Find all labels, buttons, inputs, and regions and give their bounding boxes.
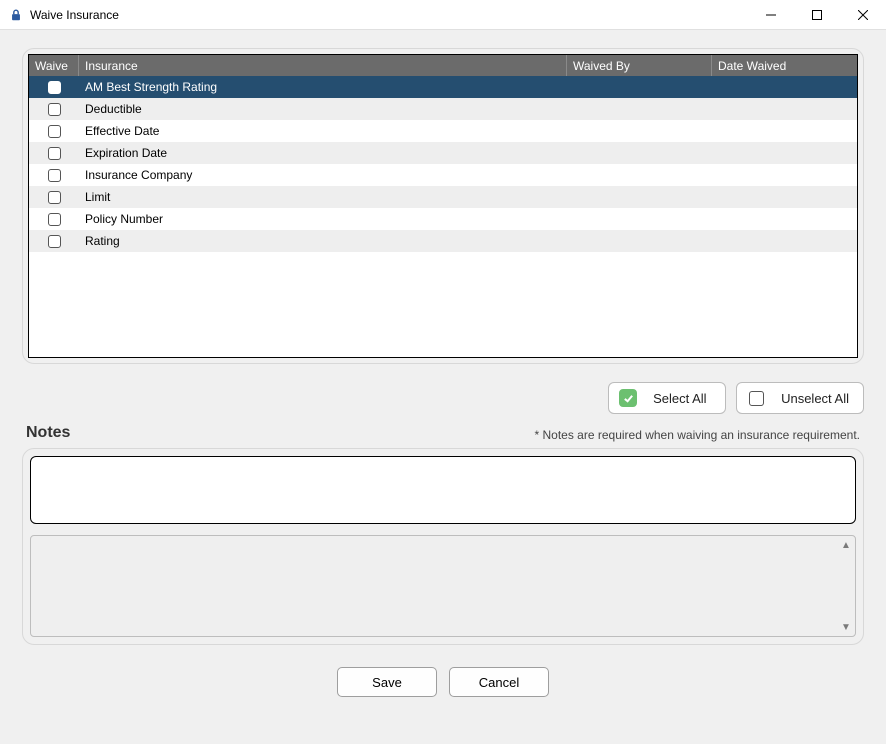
row-checkbox-cell[interactable] [29,164,79,186]
table-row[interactable]: Effective Date [29,120,857,142]
row-checkbox-cell[interactable] [29,208,79,230]
notes-history[interactable]: ▲ ▼ [30,535,856,637]
row-waived-by-cell [567,142,712,164]
row-waived-by-cell [567,186,712,208]
unchecked-box-icon [747,389,765,407]
row-insurance-cell: Rating [79,230,567,252]
checkbox-icon[interactable] [48,81,61,94]
notes-title: Notes [26,424,70,442]
table-header: Waive Insurance Waived By Date Waived [29,55,857,76]
cancel-button[interactable]: Cancel [449,667,549,697]
row-insurance-cell: Expiration Date [79,142,567,164]
row-date-waived-cell [712,120,857,142]
minimize-button[interactable] [748,0,794,30]
row-date-waived-cell [712,164,857,186]
table-row[interactable]: Expiration Date [29,142,857,164]
close-button[interactable] [840,0,886,30]
table-row[interactable]: Policy Number [29,208,857,230]
header-date-waived[interactable]: Date Waived [712,55,857,76]
unselect-all-label: Unselect All [781,391,849,406]
row-insurance-cell: AM Best Strength Rating [79,76,567,98]
notes-input[interactable] [30,456,856,524]
checkbox-icon[interactable] [48,169,61,182]
header-waived-by[interactable]: Waived By [567,55,712,76]
row-checkbox-cell[interactable] [29,186,79,208]
row-checkbox-cell[interactable] [29,142,79,164]
checkbox-icon[interactable] [48,191,61,204]
checkbox-icon[interactable] [48,147,61,160]
insurance-table: Waive Insurance Waived By Date Waived AM… [28,54,858,358]
row-date-waived-cell [712,186,857,208]
row-date-waived-cell [712,98,857,120]
row-date-waived-cell [712,208,857,230]
checkbox-icon[interactable] [48,103,61,116]
row-checkbox-cell[interactable] [29,120,79,142]
row-date-waived-cell [712,230,857,252]
table-row[interactable]: Deductible [29,98,857,120]
row-checkbox-cell[interactable] [29,76,79,98]
maximize-button[interactable] [794,0,840,30]
row-waived-by-cell [567,230,712,252]
checkmark-icon [619,389,637,407]
notes-hint: * Notes are required when waiving an ins… [534,428,860,442]
table-row[interactable]: AM Best Strength Rating [29,76,857,98]
insurance-table-group: Waive Insurance Waived By Date Waived AM… [22,48,864,364]
row-date-waived-cell [712,76,857,98]
notes-group: ▲ ▼ [22,448,864,645]
window-controls [748,0,886,30]
table-row[interactable]: Rating [29,230,857,252]
footer-buttons: Save Cancel [22,667,864,697]
row-waived-by-cell [567,120,712,142]
window-title: Waive Insurance [30,8,748,22]
row-insurance-cell: Deductible [79,98,567,120]
selection-buttons: Select All Unselect All [22,382,864,414]
title-bar: Waive Insurance [0,0,886,30]
row-waived-by-cell [567,164,712,186]
row-insurance-cell: Effective Date [79,120,567,142]
row-insurance-cell: Limit [79,186,567,208]
header-insurance[interactable]: Insurance [79,55,567,76]
table-row[interactable]: Limit [29,186,857,208]
table-body: AM Best Strength RatingDeductibleEffecti… [29,76,857,357]
scroll-up-icon[interactable]: ▲ [839,538,853,552]
notes-header: Notes * Notes are required when waiving … [22,424,864,442]
row-waived-by-cell [567,208,712,230]
select-all-label: Select All [653,391,706,406]
row-insurance-cell: Policy Number [79,208,567,230]
lock-icon [8,7,24,23]
row-checkbox-cell[interactable] [29,98,79,120]
unselect-all-button[interactable]: Unselect All [736,382,864,414]
checkbox-icon[interactable] [48,213,61,226]
scroll-down-icon[interactable]: ▼ [839,620,853,634]
table-row[interactable]: Insurance Company [29,164,857,186]
checkbox-icon[interactable] [48,125,61,138]
select-all-button[interactable]: Select All [608,382,726,414]
row-checkbox-cell[interactable] [29,230,79,252]
checkbox-icon[interactable] [48,235,61,248]
save-button[interactable]: Save [337,667,437,697]
header-waive[interactable]: Waive [29,55,79,76]
row-waived-by-cell [567,76,712,98]
row-insurance-cell: Insurance Company [79,164,567,186]
row-date-waived-cell [712,142,857,164]
row-waived-by-cell [567,98,712,120]
